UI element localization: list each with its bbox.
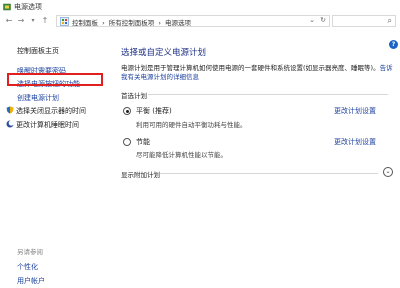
search-icon: ⌕ — [387, 16, 392, 25]
back-button[interactable]: ← — [4, 16, 14, 26]
sidebar-item-label: 选择关闭显示器的时间 — [16, 107, 86, 115]
address-field[interactable]: 控制面板 › 所有控制面板项 › 电源选项 ⌄ ↻ — [56, 15, 330, 27]
sidebar-item-create-plan[interactable]: 创建电源计划 — [17, 93, 59, 103]
breadcrumb-separator: › — [158, 19, 161, 27]
refresh-icon[interactable]: ↻ — [320, 16, 326, 24]
moon-icon — [6, 120, 14, 128]
recent-dropdown-icon[interactable]: ▾ — [28, 16, 38, 26]
change-plan-settings-balanced[interactable]: 更改计划设置 — [334, 106, 376, 116]
window-title: 电源选项 — [14, 3, 42, 11]
chevron-down-icon[interactable]: ⌄ — [383, 167, 393, 177]
address-bar: ← → ▾ ↑ 控制面板 › 所有控制面板项 › 电源选项 ⌄ ↻ ⌕ — [0, 14, 400, 28]
plan-radio-balanced[interactable] — [123, 107, 131, 115]
plan-name-power-saver[interactable]: 节能 — [136, 137, 150, 147]
control-panel-icon — [60, 17, 69, 26]
forward-button[interactable]: → — [16, 16, 26, 26]
address-dropdown-icon[interactable]: ⌄ — [309, 16, 315, 24]
sidebar-item-display-off[interactable]: 选择关闭显示器的时间 — [6, 106, 86, 116]
plan-desc-balanced: 利用可用的硬件自动平衡功耗与性能。 — [136, 121, 247, 129]
preferred-plans-label: 首选计划 — [121, 92, 147, 100]
sidebar-item-label: 更改计算机睡眠时间 — [16, 121, 79, 129]
sidebar: 控制面板主页 唤醒时需要密码 选择电源按钮的功能 创建电源计划 选择关闭显示器的… — [0, 28, 108, 288]
plan-desc-power-saver: 尽可能降低计算机性能以节能。 — [136, 151, 227, 159]
see-also-label: 另请参阅 — [17, 248, 43, 256]
page-title: 选择或自定义电源计划 — [121, 48, 207, 58]
title-bar: 电源选项 — [0, 0, 400, 14]
description: 电源计划是用于管理计算机如何使用电源的一套硬件和系统设置(如显示器亮度、睡眠等)… — [121, 64, 395, 82]
breadcrumb-control-panel[interactable]: 控制面板 — [72, 19, 98, 27]
sidebar-item-control-panel-home[interactable]: 控制面板主页 — [17, 46, 59, 56]
shield-icon — [6, 106, 14, 114]
plan-name-balanced[interactable]: 平衡 (推荐) — [136, 106, 172, 116]
sidebar-item-personalize[interactable]: 个性化 — [17, 262, 38, 272]
breadcrumb-all-items[interactable]: 所有控制面板项 — [109, 19, 155, 27]
breadcrumb-separator: › — [102, 19, 105, 27]
divider — [160, 173, 378, 174]
breadcrumb-power-options[interactable]: 电源选项 — [165, 19, 191, 27]
plan-radio-power-saver[interactable] — [123, 138, 131, 146]
search-input[interactable]: ⌕ — [332, 15, 396, 27]
breadcrumb: 控制面板 › 所有控制面板项 › 电源选项 — [72, 17, 193, 27]
main-content: 选择或自定义电源计划 电源计划是用于管理计算机如何使用电源的一套硬件和系统设置(… — [112, 28, 400, 288]
sidebar-item-user-accounts[interactable]: 用户帐户 — [17, 276, 45, 286]
show-additional-plans-label[interactable]: 显示附加计划 — [121, 169, 160, 179]
up-button[interactable]: ↑ — [40, 16, 50, 26]
description-text: 电源计划是用于管理计算机如何使用电源的一套硬件和系统设置(如显示器亮度、睡眠等)… — [121, 64, 380, 72]
change-plan-settings-power-saver[interactable]: 更改计划设置 — [334, 137, 376, 147]
highlight-annotation — [7, 73, 103, 86]
sidebar-item-sleep-time[interactable]: 更改计算机睡眠时间 — [6, 120, 79, 130]
power-options-icon — [3, 3, 11, 11]
divider — [148, 94, 388, 95]
